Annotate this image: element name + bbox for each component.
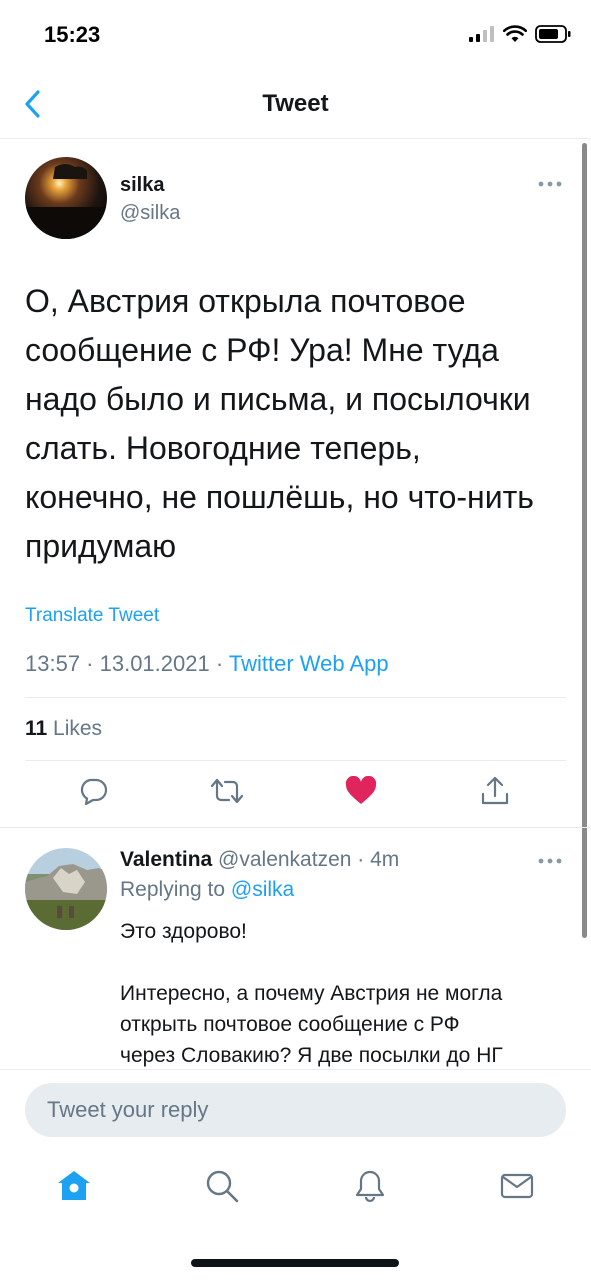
reply-text: Это здорово! Интересно, а почему Австрия… xyxy=(120,920,503,1067)
status-icons xyxy=(469,25,571,43)
more-options-button[interactable] xyxy=(537,177,563,189)
likes-summary[interactable]: 11 Likes xyxy=(25,717,102,741)
status-bar: 15:23 xyxy=(0,0,591,70)
wifi-icon xyxy=(503,25,527,42)
status-time: 15:23 xyxy=(44,22,101,47)
mail-icon xyxy=(500,1173,534,1199)
cellular-signal-icon xyxy=(469,26,494,42)
share-icon xyxy=(481,776,509,805)
translate-tweet-link[interactable]: Translate Tweet xyxy=(25,605,159,627)
bell-icon xyxy=(355,1170,385,1203)
avatar[interactable] xyxy=(25,848,107,930)
divider xyxy=(25,697,566,698)
reply-header: Valentina @valenkatzen · 4m xyxy=(120,848,399,872)
comment-icon xyxy=(80,778,108,806)
divider xyxy=(25,760,566,761)
replying-to-link[interactable]: @silka xyxy=(231,878,294,901)
author-name[interactable]: silka xyxy=(120,174,164,197)
reply-button[interactable] xyxy=(73,771,113,811)
battery-icon xyxy=(535,25,571,43)
page-title: Tweet xyxy=(262,90,329,117)
avatar[interactable] xyxy=(25,157,107,239)
reply-author-name[interactable]: Valentina xyxy=(120,848,212,871)
tab-bar xyxy=(0,1160,591,1220)
tweet-actions xyxy=(0,771,591,821)
divider xyxy=(0,827,591,828)
reply-input[interactable] xyxy=(25,1083,566,1137)
tab-messages[interactable] xyxy=(495,1164,539,1208)
replying-to: Replying to @silka xyxy=(120,878,294,902)
tweet-meta: 13:57 · 13.01.2021 · Twitter Web App xyxy=(25,651,389,677)
likes-count: 11 xyxy=(25,717,48,740)
more-options-button[interactable] xyxy=(537,854,563,866)
search-icon xyxy=(206,1170,239,1203)
share-button[interactable] xyxy=(475,771,515,811)
nav-header: Tweet xyxy=(0,70,591,139)
avatar-image xyxy=(25,848,107,930)
avatar-image xyxy=(25,157,107,239)
likes-label: Likes xyxy=(47,717,103,740)
author-handle[interactable]: @silka xyxy=(120,202,180,225)
tab-notifications[interactable] xyxy=(348,1164,392,1208)
retweet-button[interactable] xyxy=(207,771,247,811)
reply-author-handle[interactable]: @valenkatzen · 4m xyxy=(212,848,399,871)
like-button[interactable] xyxy=(341,771,381,811)
heart-filled-icon xyxy=(345,776,377,804)
tab-home[interactable] xyxy=(52,1164,96,1208)
tweet-text: О, Австрия открыла почтовое сообщение с … xyxy=(25,283,534,564)
tab-search[interactable] xyxy=(200,1164,244,1208)
replying-prefix: Replying to xyxy=(120,878,231,901)
retweet-icon xyxy=(210,778,244,804)
home-indicator xyxy=(191,1259,399,1267)
more-horizontal-icon xyxy=(538,858,562,864)
home-icon xyxy=(58,1171,90,1200)
more-horizontal-icon xyxy=(538,181,562,187)
tweet-timestamp: 13:57 · 13.01.2021 · xyxy=(25,651,229,676)
source-app-link[interactable]: Twitter Web App xyxy=(229,651,389,676)
